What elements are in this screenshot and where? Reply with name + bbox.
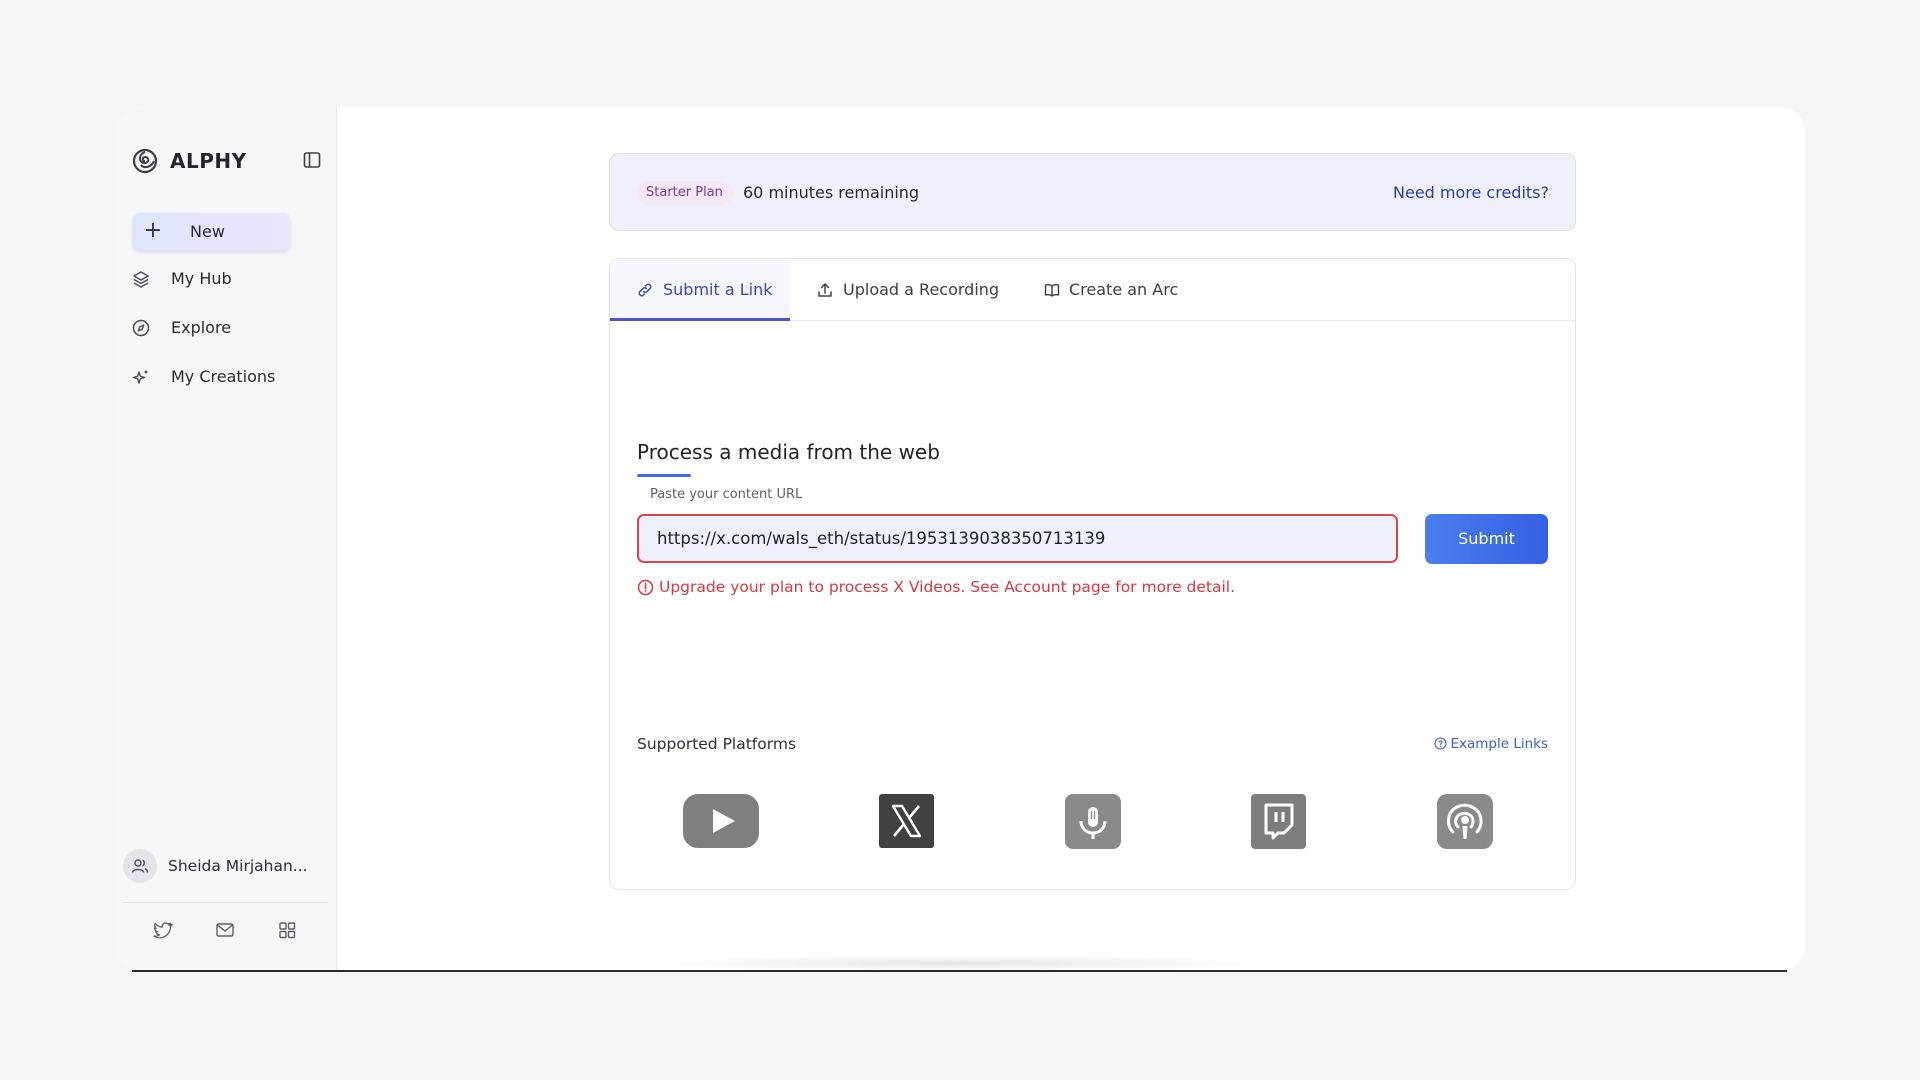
compass-icon: [132, 319, 150, 337]
book-icon: [1044, 284, 1060, 297]
sidebar-item-label: My Creations: [171, 367, 276, 386]
submit-card: Submit a Link Upload a Recording Create …: [609, 258, 1576, 890]
decorative-shadow: [640, 955, 1280, 971]
need-more-credits-link[interactable]: Need more credits?: [1393, 183, 1549, 202]
sidebar: ALPHY + New My Hub Explore My Creations …: [115, 107, 337, 972]
youtube-icon: [683, 794, 759, 848]
url-input[interactable]: [637, 514, 1398, 563]
grid-icon[interactable]: [276, 919, 298, 941]
example-links-link[interactable]: Example Links: [1434, 736, 1548, 752]
sparkles-icon: [132, 369, 149, 384]
sidebar-item-label: Explore: [171, 318, 232, 337]
error-text: Upgrade your plan to process X Videos. S…: [659, 578, 1236, 596]
supported-platforms-title: Supported Platforms: [637, 735, 797, 753]
tab-label: Upload a Recording: [843, 280, 1000, 299]
plan-badge: Starter Plan: [636, 181, 733, 205]
new-button[interactable]: + New: [133, 213, 290, 250]
sidebar-item-explore[interactable]: Explore: [131, 310, 321, 346]
tab-label: Submit a Link: [663, 280, 773, 299]
window-bottom-edge: [132, 970, 1787, 972]
user-name: Sheida Mirjahan...: [168, 857, 308, 875]
tab-bar: Submit a Link Upload a Recording Create …: [610, 259, 1575, 321]
sidebar-item-label: My Hub: [171, 269, 232, 288]
tab-create-an-arc[interactable]: Create an Arc: [1010, 259, 1180, 321]
heading-underline: [637, 474, 691, 477]
user-profile[interactable]: Sheida Mirjahan...: [123, 849, 328, 885]
example-links-label: Example Links: [1450, 736, 1548, 752]
avatar: [123, 849, 157, 883]
submit-button[interactable]: Submit: [1425, 514, 1548, 564]
upload-icon: [818, 283, 832, 297]
sidebar-collapse-icon[interactable]: [302, 150, 322, 170]
brand-name: ALPHY: [170, 149, 247, 173]
url-field-label: Paste your content URL: [650, 487, 803, 502]
users-icon: [131, 859, 149, 873]
sidebar-item-my-creations[interactable]: My Creations: [131, 359, 321, 395]
mail-icon[interactable]: [214, 919, 236, 941]
tab-label: Create an Arc: [1069, 280, 1179, 299]
x-icon: [879, 794, 934, 848]
section-heading: Process a media from the web: [637, 440, 940, 464]
new-button-label: New: [190, 222, 225, 241]
sidebar-divider: [123, 902, 328, 903]
twitter-icon[interactable]: [152, 919, 174, 941]
twitch-icon: [1251, 794, 1306, 849]
minutes-remaining: 60 minutes remaining: [743, 183, 920, 202]
podcast-mic-icon: [1065, 794, 1121, 849]
alphy-logo-icon: [132, 148, 158, 174]
plus-icon: +: [143, 218, 163, 243]
plan-banner: Starter Plan 60 minutes remaining Need m…: [609, 153, 1576, 231]
layers-icon: [133, 271, 149, 288]
help-circle-icon: [1434, 737, 1448, 750]
tab-upload-a-recording[interactable]: Upload a Recording: [790, 259, 1010, 321]
alert-circle-icon: [637, 579, 654, 596]
apple-podcasts-icon: [1437, 794, 1493, 849]
sidebar-item-my-hub[interactable]: My Hub: [131, 261, 321, 297]
link-icon: [638, 283, 652, 297]
tab-submit-a-link[interactable]: Submit a Link: [610, 259, 790, 321]
